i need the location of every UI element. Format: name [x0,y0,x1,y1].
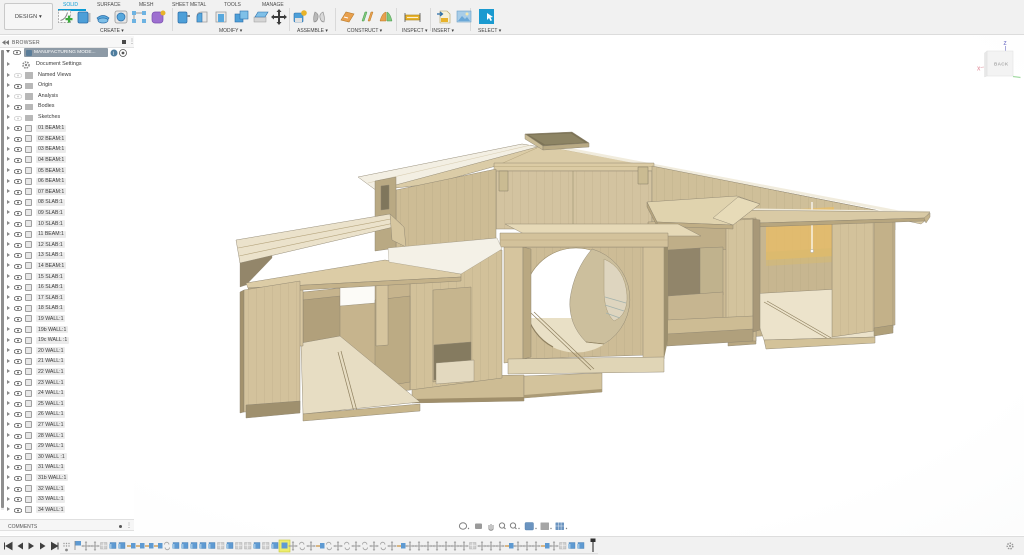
svg-text:BACK: BACK [994,62,1009,67]
svg-text:i: i [113,51,114,57]
svg-text:X: X [977,67,981,73]
